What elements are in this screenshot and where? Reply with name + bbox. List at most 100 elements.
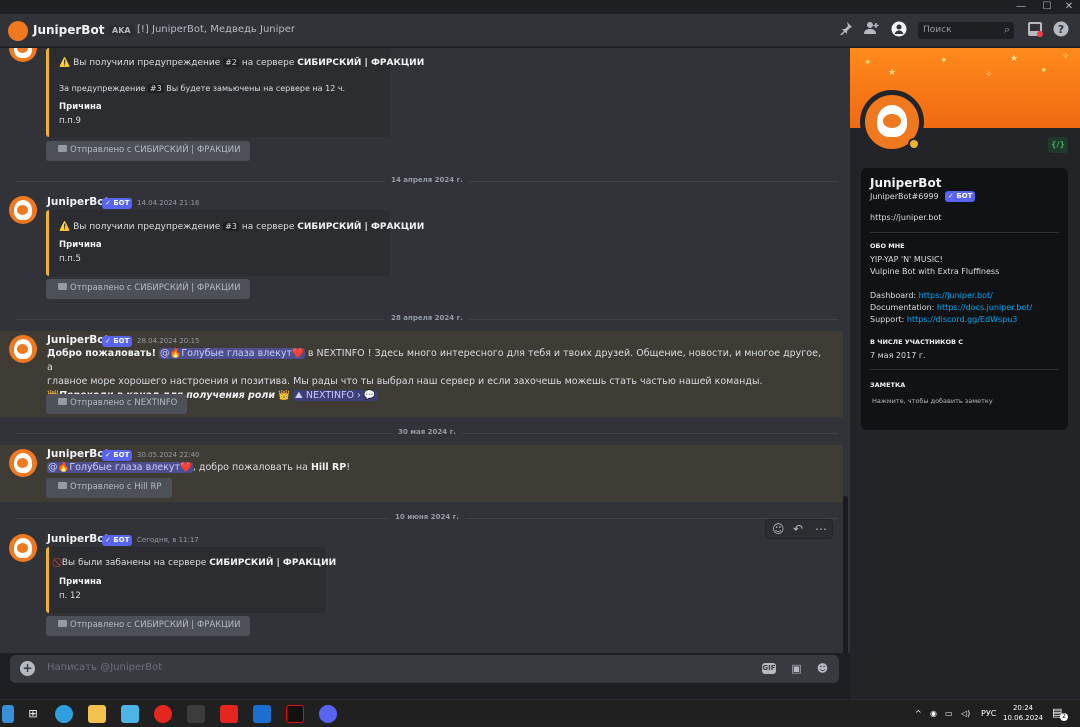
message-list[interactable]: ⚠️ Вы получили предупреждение #2 на серв… [0,48,850,653]
language-indicator[interactable]: РУС [981,709,996,718]
embed-title: ⚠️ Вы получили предупреждение #3 на серв… [59,222,425,232]
message-item: JuniperBot ✓ БОТ 28.04.2024 20:15 Добро … [0,331,843,417]
date-divider: 10 июня 2024 г. [16,513,838,521]
star-decoration: ✧ [985,70,993,80]
field-name: Причина [59,102,102,112]
server-icon [58,482,67,489]
status-idle-icon [908,138,920,150]
field-value: п.п.9 [59,116,81,126]
discord-icon[interactable] [319,705,337,723]
yandex-browser-icon[interactable] [154,705,172,723]
close-button[interactable]: ✕ [1058,0,1080,14]
bot-avatar[interactable] [9,48,37,62]
developer-badge-icon[interactable]: {/} [1048,137,1068,153]
bot-avatar[interactable] [9,449,37,477]
message-author[interactable]: JuniperBot [47,533,110,545]
emoji-icon[interactable]: ☻ [815,661,830,676]
start-icon[interactable] [2,705,14,723]
bot-badge: ✓ БОТ [945,191,976,202]
gif-button[interactable]: GIF [762,663,776,674]
profile-website: https://juniper.bot [870,213,942,222]
store-icon[interactable] [121,705,139,723]
warning-embed: ⚠️ Вы получили предупреждение #3 на серв… [46,210,424,276]
message-author[interactable]: JuniperBot [47,196,110,208]
field-name: Причина [59,240,102,250]
epic-games-icon[interactable] [187,705,205,723]
message-item: ⚠️ Вы получили предупреждение #2 на серв… [0,48,843,163]
note-input[interactable]: Нажмите, чтобы добавить заметку [872,397,993,405]
minimize-button[interactable]: — [1010,0,1032,14]
message-item: JuniperBot ✓ БОТ Сегодня, в 11:17 ⃠ Вы б… [0,530,843,640]
file-explorer-icon[interactable] [88,705,106,723]
server-icon [58,283,67,290]
maximize-button[interactable]: ☐ [1036,0,1058,14]
support-link[interactable]: https://discord.gg/EdWspu3 [907,315,1018,324]
date-divider: 14 апреля 2024 г. [16,176,838,184]
message-input[interactable]: Написать @JuniperBot [47,662,162,673]
search-input[interactable]: Поиск ⌕ [918,22,1014,39]
sent-from-button[interactable]: Отправлено с NEXTINFO [46,394,188,414]
profile-card: JuniperBot JuniperBot#6999 ✓ БОТ https:/… [861,168,1068,430]
message-timestamp: 30.05.2024 22:40 [137,451,200,459]
user-profile-icon[interactable] [890,21,908,39]
crown-icon: 👑 [278,390,290,401]
bot-badge: ✓ БОТ [102,450,133,461]
message-composer[interactable]: + Написать @JuniperBot GIF ▣ ☻ [10,655,839,683]
message-author[interactable]: JuniperBot [47,334,110,346]
divider [870,232,1059,233]
edge-icon[interactable] [55,705,73,723]
header-title[interactable]: JuniperBot [33,23,104,37]
netflix-icon[interactable] [286,705,304,723]
user-mention[interactable]: @🔥Голубые глаза влекут❤️ [159,348,305,359]
docs-link[interactable]: https://docs.juniper.bot/ [937,303,1032,312]
bot-avatar[interactable] [9,534,37,562]
date-divider: 28 апреля 2024 г. [16,314,838,322]
sent-from-button[interactable]: Отправлено с СИБИРСКИЙ | ФРАКЦИИ [46,141,251,161]
divider [870,369,1059,370]
field-name: Причина [59,577,102,587]
dm-header: JuniperBot AKA [!] JuniperBot, Медведь J… [0,14,1080,47]
star-decoration: ✧ [1062,52,1070,62]
star-decoration: ★ [888,68,897,78]
sent-from-button[interactable]: Отправлено с Hill RP [46,478,172,498]
dashboard-link[interactable]: https://juniper.bot/ [919,291,993,300]
message-timestamp: 28.04.2024 20:15 [137,337,200,345]
bot-avatar[interactable] [9,335,37,363]
add-friend-icon[interactable] [863,21,881,39]
user-mention[interactable]: @🔥Голубые глаза влекут❤️ [47,462,193,473]
message-author[interactable]: JuniperBot [47,448,110,460]
sent-from-button[interactable]: Отправлено с СИБИРСКИЙ | ФРАКЦИИ [46,616,251,636]
tray-chevron-icon[interactable]: ^ [915,709,922,718]
channel-link[interactable]: ⛰ NEXTINFO › 💬 [292,390,378,401]
star-decoration: ✦ [940,56,948,66]
sticker-icon[interactable]: ▣ [789,661,804,676]
star-decoration: ✦ [1040,66,1048,76]
bot-badge: ✓ БОТ [102,198,133,209]
header-avatar[interactable] [8,21,28,41]
volume-icon[interactable]: ◁) [961,709,970,718]
chat-scrollbar[interactable] [843,496,848,653]
date-divider: 30 мая 2024 г. [16,428,838,436]
server-icon [58,398,67,405]
member-since-date: 7 мая 2017 г. [870,351,926,360]
yandex-icon[interactable] [220,705,238,723]
inbox-icon[interactable] [1026,21,1044,39]
taskbar-clock[interactable]: 20:24 10.06.2024 [1003,703,1043,723]
pin-icon[interactable] [837,21,855,39]
network-icon[interactable]: ▭ [945,709,953,718]
bot-badge: ✓ БОТ [102,535,133,546]
message-timestamp: Сегодня, в 11:17 [137,536,199,544]
profile-display-name: JuniperBot [870,176,942,190]
search-icon: ⌕ [1003,23,1010,36]
help-icon[interactable]: ? [1052,21,1070,39]
warning-embed: ⚠️ Вы получили предупреждение #2 на серв… [46,48,424,137]
attach-plus-icon[interactable]: + [20,661,35,676]
message-item: JuniperBot ✓ БОТ 30.05.2024 22:40 @🔥Голу… [0,445,843,502]
l-app-icon[interactable] [253,705,271,723]
bot-avatar[interactable] [9,196,37,224]
aka-label: AKA [108,25,135,36]
tray-discord-icon[interactable]: ◉ [930,709,937,718]
sent-from-button[interactable]: Отправлено с СИБИРСКИЙ | ФРАКЦИИ [46,279,251,299]
task-view-icon[interactable]: ⊞ [24,705,42,723]
user-profile-panel: ✦ ★ ✦ ✧ ★ ✦ ✧ {/} JuniperBot JuniperBot#… [850,48,1080,699]
